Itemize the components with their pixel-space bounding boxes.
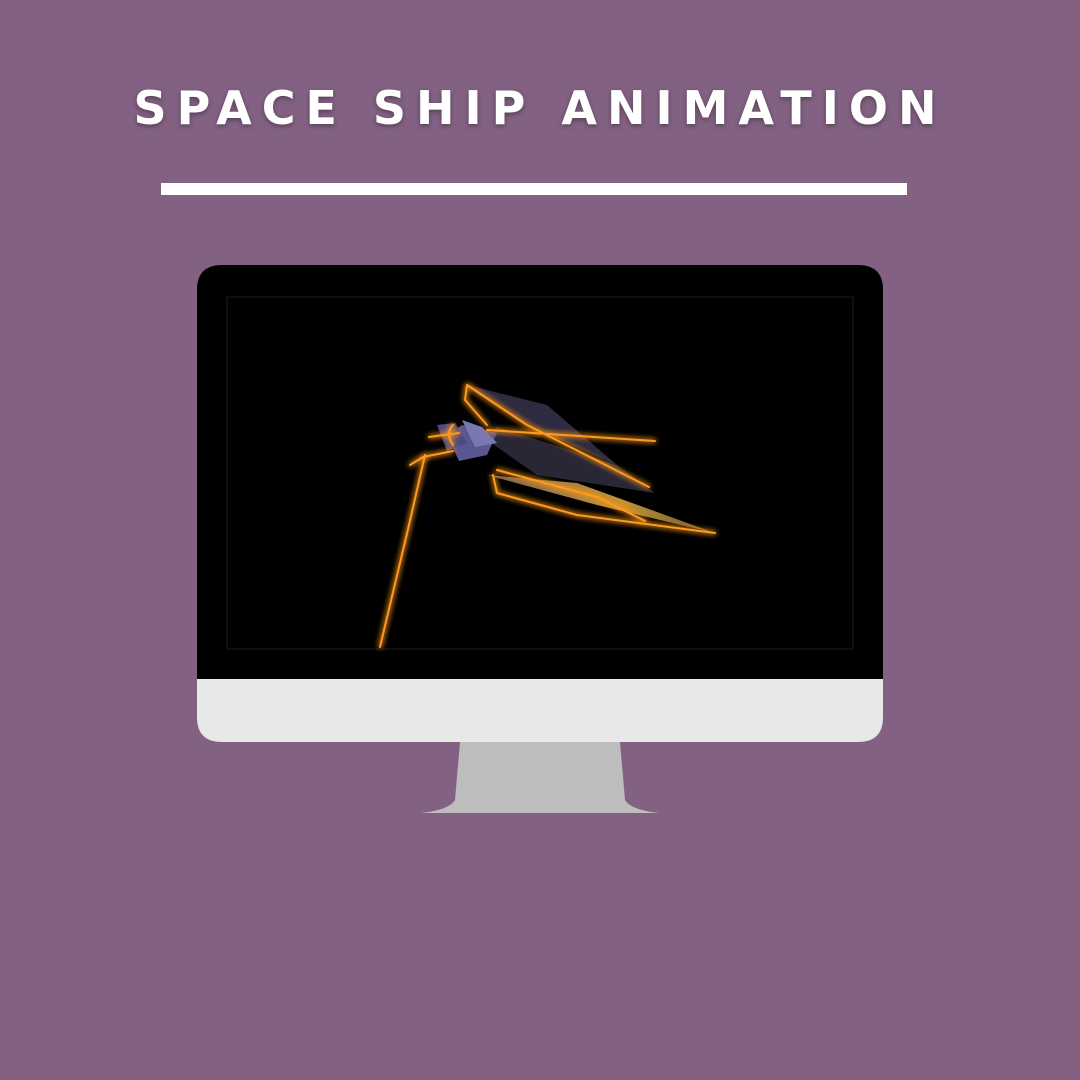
title-divider	[161, 183, 907, 195]
page-title: SPACE SHIP ANIMATION	[133, 81, 947, 135]
monitor-chin	[197, 678, 883, 742]
monitor-stand	[421, 742, 659, 813]
desktop-monitor-icon	[197, 265, 883, 813]
